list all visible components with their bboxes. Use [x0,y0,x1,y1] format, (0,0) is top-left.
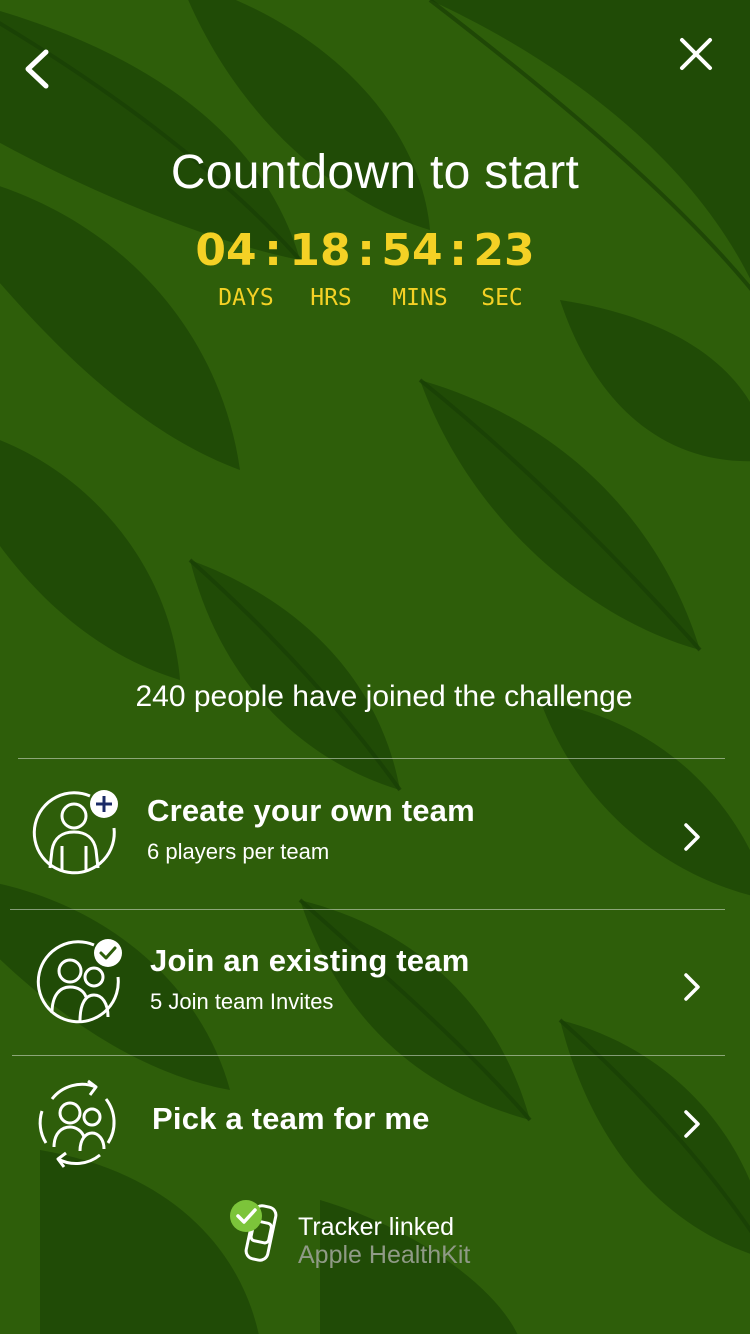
divider [18,758,725,759]
back-button[interactable] [18,44,62,94]
countdown-hours: 18 [289,225,351,276]
chevron-right-icon [684,1110,700,1138]
chevron-left-icon [25,49,49,89]
close-icon [680,38,712,70]
create-team-icon [32,790,118,875]
join-team-option[interactable]: Join an existing team 5 Join team Invite… [0,911,750,1055]
join-team-icon [36,939,122,1024]
tracker-linked-icon [230,1200,278,1262]
join-team-title: Join an existing team [150,943,470,978]
create-team-subtitle: 6 players per team [147,839,330,864]
pick-team-title: Pick a team for me [152,1101,430,1136]
create-team-option[interactable]: Create your own team 6 players per team [0,760,750,910]
joined-count-text: 240 people have joined the challenge [135,680,633,713]
chevron-right-icon [684,823,700,851]
tracker-source: Apple HealthKit [298,1241,471,1269]
join-team-subtitle: 5 Join team Invites [150,989,334,1014]
create-team-title: Create your own team [147,793,475,828]
pick-team-option[interactable]: Pick a team for me [0,1057,750,1187]
countdown-days: 04 [195,225,257,276]
close-button[interactable] [672,30,722,80]
pick-team-icon [38,1079,116,1168]
divider [10,909,725,910]
countdown-minutes: 54 [381,225,443,276]
countdown-hours-label: HRS [310,285,352,311]
countdown-seconds: 23 [473,225,535,276]
countdown-minutes-label: MINS [392,285,448,311]
chevron-right-icon [684,973,700,1001]
tracker-status: Tracker linked Apple HealthKit [228,1196,528,1276]
countdown-seconds-label: SEC [481,285,523,311]
tracker-title: Tracker linked [298,1213,455,1241]
countdown-days-label: DAYS [218,285,274,311]
countdown-timer: 04 : 18 : 54 : 23 DAYS HRS MINS SEC [0,224,750,324]
page-title: Countdown to start [170,146,580,199]
divider [12,1055,725,1056]
